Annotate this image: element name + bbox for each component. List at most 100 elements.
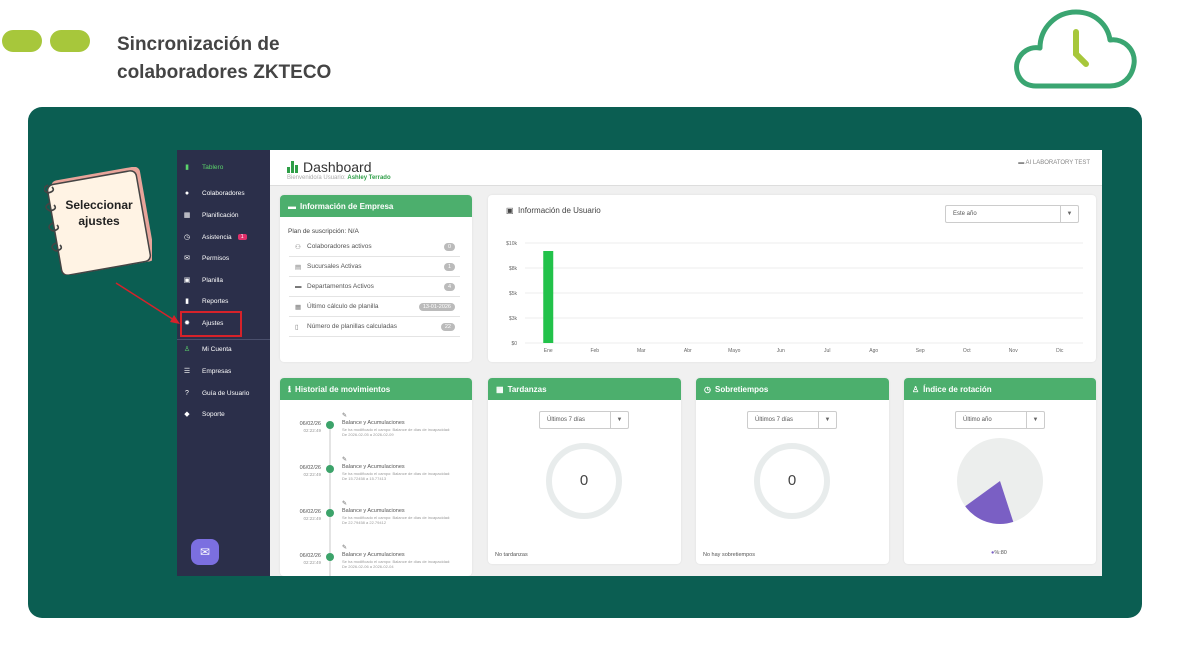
chevron-down-icon: ▼ bbox=[1026, 412, 1044, 428]
year-select-value: Este año bbox=[953, 211, 977, 217]
timeline-title: Balance y Acumulaciones bbox=[342, 420, 405, 426]
accent-pill-right bbox=[50, 30, 90, 52]
empresa-card-header: ▬ Información de Empresa bbox=[280, 195, 472, 217]
timeline-item: 06/02/26 02:22:49 ✎ Balance y Acumulaciones… bbox=[280, 413, 470, 455]
sidebar-item-tablero[interactable]: ▮ Tablero bbox=[177, 159, 270, 175]
topbar: Dashboard Bienvenido/a Usuario: Ashley T… bbox=[270, 150, 1102, 186]
timeline-item: 06/02/26 02:22:49 ✎ Balance y Acumulaciones… bbox=[280, 501, 470, 543]
info-row-departamentos: ▬ Departamentos Activos 4 bbox=[289, 277, 460, 297]
slide: Sincronización de colaboradores ZKTECO ▮… bbox=[0, 0, 1182, 667]
timeline-date: 06/02/26 bbox=[299, 553, 321, 559]
timeline-date: 06/02/26 bbox=[299, 465, 321, 471]
timeline-desc: Se ha modificado el campo: Balance de dí… bbox=[342, 515, 451, 525]
users-icon: ⚇ bbox=[295, 243, 301, 251]
bar bbox=[543, 251, 554, 343]
date-badge: 13-01-2026 bbox=[418, 302, 455, 311]
timeline-title: Balance y Acumulaciones bbox=[342, 508, 405, 514]
page-title: Dashboard bbox=[287, 159, 372, 175]
pencil-icon: ✎ bbox=[342, 413, 348, 419]
company-name[interactable]: ▬ AI LABORATORY TEST bbox=[1018, 160, 1090, 166]
note-text-line2: ajustes bbox=[78, 214, 120, 228]
sobretiempos-card: ◷ Sobretiempos Últimos 7 días ▼ 0 No hay s… bbox=[696, 378, 889, 564]
y-tick-label: $8k bbox=[509, 266, 518, 272]
note-text-line1: Seleccionar bbox=[65, 198, 133, 212]
timeline-date: 06/02/26 bbox=[299, 421, 321, 427]
sobretiempos-value: 0 bbox=[787, 472, 797, 489]
slide-title-line1: Sincronización de bbox=[117, 34, 280, 55]
tardanzas-period-select[interactable]: Últimos 7 días ▼ bbox=[539, 411, 629, 429]
plan-text: Plan de suscripción: N/A bbox=[288, 228, 359, 235]
historial-card: ℹ Historial de movimientos 06/02/26 02:22:… bbox=[280, 378, 472, 576]
shield-icon: ◆ bbox=[184, 411, 190, 418]
year-select[interactable]: Este año ▼ bbox=[945, 205, 1079, 223]
help-icon: ? bbox=[185, 389, 189, 397]
chat-button[interactable]: ✉ bbox=[191, 539, 219, 565]
chevron-down-icon: ▼ bbox=[818, 412, 836, 428]
calendar-icon: ▦ bbox=[183, 212, 191, 219]
timeline-date: 06/02/26 bbox=[299, 509, 321, 515]
sidebar-item-colaboradores[interactable]: ● Colaboradores bbox=[177, 185, 270, 201]
sidebar-item-label: Asistencia bbox=[202, 233, 232, 241]
rotacion-pie-chart bbox=[957, 438, 1043, 524]
tardanzas-card: ▦ Tardanzas Últimos 7 días ▼ 0 No tardanza… bbox=[488, 378, 681, 564]
usuario-title-text: Información de Usuario bbox=[518, 206, 601, 215]
tardanzas-select-value: Últimos 7 días bbox=[547, 417, 586, 423]
usuario-card-title: ▣ Información de Usuario bbox=[506, 206, 601, 215]
timeline-item: 06/02/26 02:22:49 ✎ Balance y Acumulaciones… bbox=[280, 545, 470, 576]
clock-icon: ◷ bbox=[183, 234, 191, 241]
chat-icon: ✉ bbox=[199, 545, 211, 559]
y-tick-label: $3k bbox=[509, 316, 518, 322]
app-screenshot: ▮ Tablero ● Colaboradores ▦ Planificación ◷… bbox=[177, 150, 1102, 576]
rotacion-card-header: ♙ Índice de rotación bbox=[904, 378, 1096, 400]
x-tick-label: Oct bbox=[963, 348, 971, 354]
y-tick-label: $5k bbox=[509, 291, 518, 297]
info-row-label: Sucursales Activas bbox=[307, 263, 362, 270]
annotation-arrow bbox=[115, 282, 180, 324]
info-row-label: Departamentos Activos bbox=[307, 283, 374, 290]
timeline-dot bbox=[326, 465, 334, 473]
dashboard-icon bbox=[287, 161, 298, 173]
slide-title-line2: colaboradores ZKTECO bbox=[117, 62, 332, 83]
accent-pill-left bbox=[2, 30, 42, 52]
sidebar-item-soporte[interactable]: ◆ Soporte bbox=[177, 406, 270, 422]
sobretiempos-card-title: Sobretiempos bbox=[714, 384, 769, 394]
info-row-label: Último cálculo de planilla bbox=[307, 303, 379, 310]
rotacion-card-title: Índice de rotación bbox=[923, 384, 992, 394]
sidebar-item-label: Colaboradores bbox=[202, 189, 245, 197]
count-badge: 1 bbox=[443, 262, 455, 271]
sidebar-item-planificacion[interactable]: ▦ Planificación bbox=[177, 207, 270, 223]
usuario-card: ▣ Información de Usuario Este año ▼ $10k $… bbox=[488, 195, 1096, 362]
user-bar-chart: $10k $8k $5k $3k $0 Ene Feb Mar Abr Mayo Jun Jul Ago… bbox=[506, 241, 1083, 354]
welcome-prefix: Bienvenido/a Usuario: bbox=[287, 175, 346, 181]
slide-title: Sincronización de colaboradores ZKTECO bbox=[117, 31, 417, 87]
rotacion-legend-text: %:80 bbox=[994, 550, 1007, 556]
rotacion-select-value: Último año bbox=[963, 417, 992, 423]
rotacion-card: ♙ Índice de rotación Último año ▼ ●%:80 bbox=[904, 378, 1096, 564]
sidebar-item-label: Soporte bbox=[202, 410, 225, 418]
y-tick-label: $10k bbox=[506, 241, 517, 247]
notification-badge: 1 bbox=[237, 234, 247, 240]
info-row-colaboradores: ⚇ Colaboradores activos 0 bbox=[289, 237, 460, 257]
sidebar-item-asistencia[interactable]: ◷ Asistencia 1 bbox=[177, 229, 270, 245]
timeline-desc: Se ha modificado el campo: Balance de dí… bbox=[342, 471, 451, 481]
info-row-label: Número de planillas calculadas bbox=[307, 323, 397, 330]
x-tick-label: Nov bbox=[1009, 348, 1018, 354]
pencil-icon: ✎ bbox=[342, 457, 348, 463]
sobretiempos-period-select[interactable]: Últimos 7 días ▼ bbox=[747, 411, 837, 429]
tardanzas-footer: No tardanzas bbox=[495, 552, 528, 558]
x-tick-label: Abr bbox=[684, 348, 692, 354]
sidebar-item-label: Permisos bbox=[202, 254, 230, 262]
sobretiempos-card-header: ◷ Sobretiempos bbox=[696, 378, 889, 400]
users-icon: ● bbox=[184, 189, 190, 197]
timeline-title: Balance y Acumulaciones bbox=[342, 464, 405, 470]
x-tick-label: Ene bbox=[544, 348, 553, 354]
sidebar-item-permisos[interactable]: ✉ Permisos bbox=[177, 250, 270, 266]
timeline-time: 02:22:49 bbox=[303, 428, 321, 433]
x-tick-label: Sep bbox=[916, 348, 925, 354]
empresa-card-title: Información de Empresa bbox=[300, 201, 394, 211]
x-tick-label: Feb bbox=[590, 348, 599, 354]
rotacion-period-select[interactable]: Último año ▼ bbox=[955, 411, 1045, 429]
timeline-time: 02:22:49 bbox=[303, 472, 321, 477]
note-text: Seleccionar ajustes bbox=[54, 197, 144, 229]
sobretiempos-select-value: Últimos 7 días bbox=[755, 417, 794, 423]
